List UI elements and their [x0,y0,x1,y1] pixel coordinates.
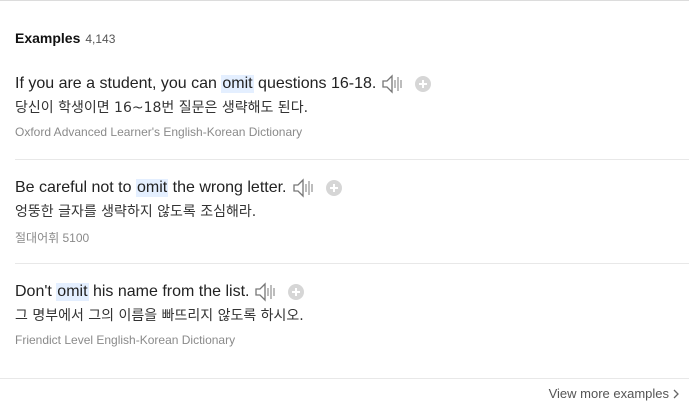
chevron-right-icon [671,388,681,400]
example-source[interactable]: Oxford Advanced Learner's English-Korean… [15,125,689,139]
examples-panel: Examples 4,143 If you are a student, you… [0,0,689,409]
view-more-link[interactable]: View more examples [549,386,681,401]
view-more-label: View more examples [548,386,669,401]
footer-divider [0,378,689,379]
highlighted-word: omit [56,283,89,301]
example-translation: 엉뚱한 글자를 생략하지 않도록 조심해라. [15,204,257,220]
speaker-icon[interactable] [255,282,279,302]
example-sentence: Don't omit his name from the list. [15,281,689,303]
examples-header: Examples 4,143 [15,30,115,46]
example-item: Be careful not to omit the wrong letter.… [15,177,689,264]
sentence-text-before: If you are a student, you can [15,75,222,92]
highlighted-word: omit [221,75,254,93]
sentence-text-after: the wrong letter. [168,179,287,196]
example-sentence: Be careful not to omit the wrong letter. [15,177,689,199]
sentence-text-after: questions 16-18. [253,75,377,92]
plus-circle-icon[interactable] [325,180,342,196]
example-item: Don't omit his name from the list. 그 명부에… [15,281,689,367]
plus-circle-icon[interactable] [288,284,305,300]
highlighted-word: omit [135,179,169,197]
speaker-icon[interactable] [382,74,406,94]
example-translation: 그 명부에서 그의 이름을 빠뜨리지 않도록 하시오. [15,308,304,324]
plus-circle-icon[interactable] [415,76,432,92]
sentence-text-before: Be careful not to [15,179,136,196]
speaker-icon[interactable] [292,178,317,198]
example-source[interactable]: 절대어휘 5100 [15,229,689,246]
example-sentence: If you are a student, you can omit quest… [15,73,689,95]
example-count: 4,143 [85,32,116,46]
sentence-text-after: his name from the list. [88,283,250,300]
example-translation: 당신이 학생이면 16~18번 질문은 생략해도 된다. [15,100,309,116]
section-title: Examples [15,30,81,46]
sentence-text-before: Don't [15,283,57,300]
example-item: If you are a student, you can omit quest… [15,73,689,160]
example-source[interactable]: Friendict Level English-Korean Dictionar… [15,333,689,347]
